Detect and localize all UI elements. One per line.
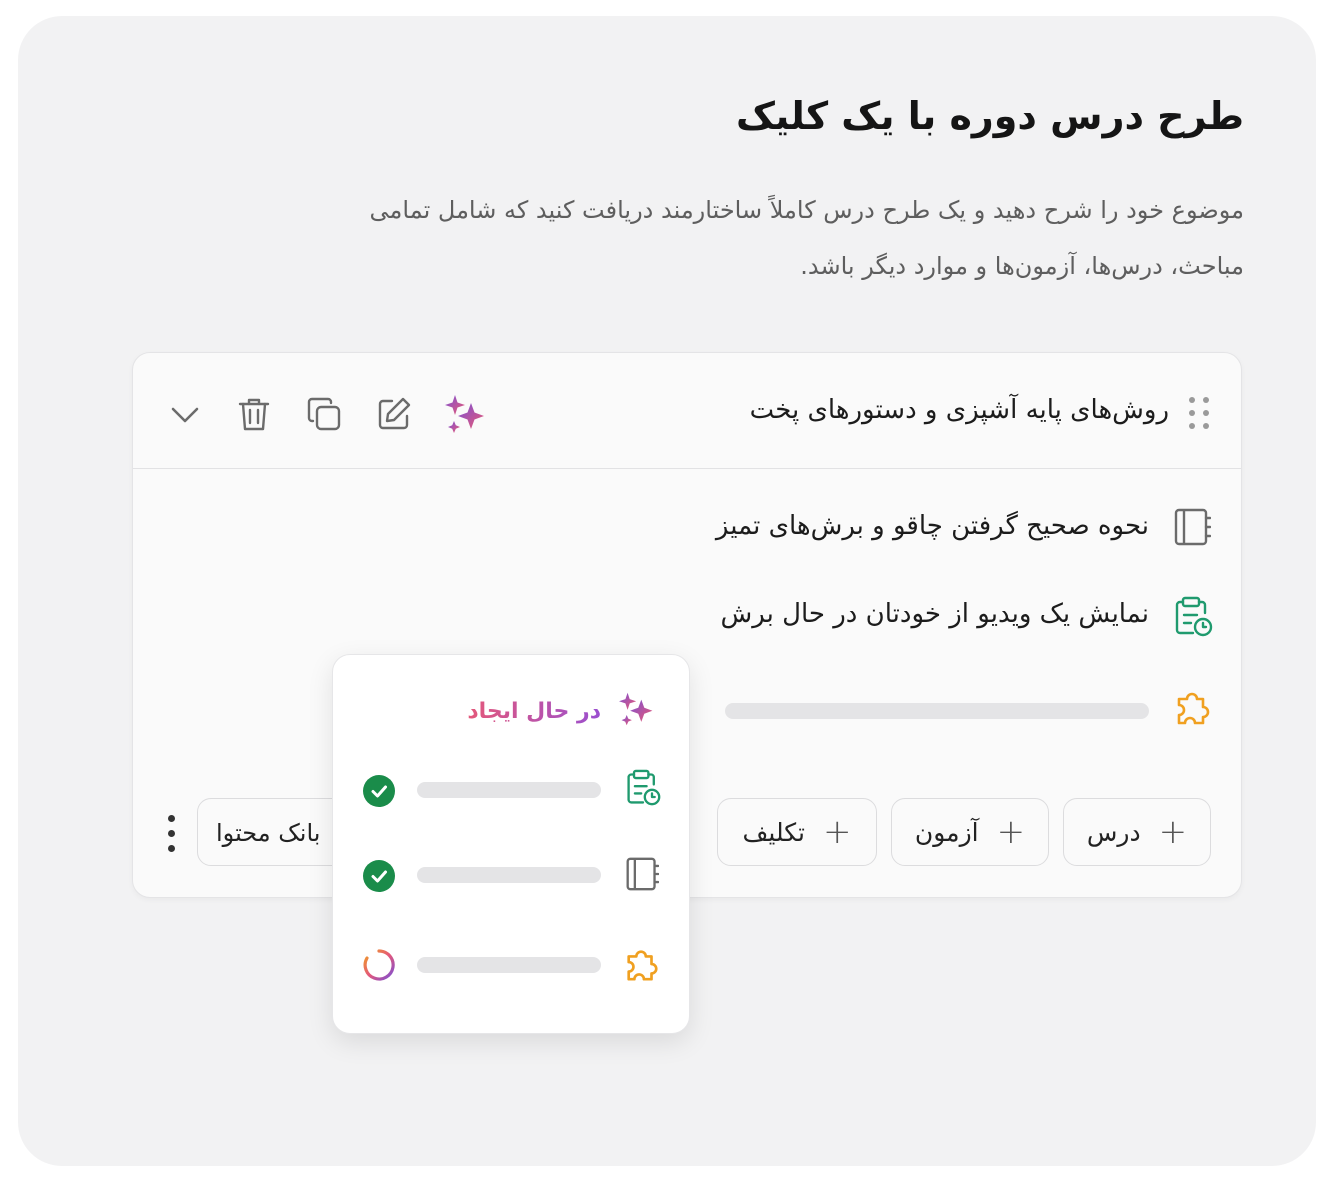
copy-icon[interactable] [305, 395, 343, 433]
more-options-icon[interactable] [163, 815, 179, 853]
generation-status: در حال ایجاد [467, 699, 601, 724]
puzzle-icon [627, 950, 658, 981]
edit-icon[interactable] [375, 395, 413, 433]
module-title: روش‌های پایه آشپزی و دستورهای پخت [749, 395, 1169, 425]
lesson-item-title[interactable]: نحوه صحیح گرفتن چاقو و برش‌های تمیز [716, 511, 1149, 541]
assignment-clock-icon [1175, 596, 1213, 637]
chevron-down-icon[interactable] [169, 399, 201, 431]
check-icon [363, 775, 395, 807]
notebook-icon [626, 857, 659, 891]
check-icon [363, 860, 395, 892]
sparkle-icon[interactable] [445, 393, 487, 435]
add-lesson-button[interactable]: + درس [1063, 798, 1211, 866]
plus-icon: + [1158, 812, 1188, 852]
sparkle-icon [619, 692, 653, 726]
notebook-icon [1174, 508, 1211, 546]
generating-item-placeholder [725, 703, 1149, 719]
add-quiz-button[interactable]: + آزمون [891, 798, 1049, 866]
add-assignment-button[interactable]: + تکلیف [717, 798, 877, 866]
module-header: روش‌های پایه آشپزی و دستورهای پخت [133, 353, 1241, 469]
progress-placeholder [417, 867, 601, 883]
loading-spinner-icon [363, 949, 395, 981]
generation-popup: در حال ایجاد [332, 654, 690, 1034]
progress-placeholder [417, 782, 601, 798]
puzzle-icon [1177, 692, 1210, 725]
assignment-clock-icon [627, 769, 661, 806]
page-title: طرح درس دوره با یک کلیک [736, 94, 1244, 138]
drag-handle-icon[interactable] [1187, 395, 1211, 431]
trash-icon[interactable] [235, 395, 273, 433]
assignment-item-title[interactable]: نمایش یک ویدیو از خودتان در حال برش [721, 599, 1150, 629]
plus-icon: + [822, 812, 852, 852]
plus-icon: + [996, 812, 1026, 852]
page-description: موضوع خود را شرح دهید و یک طرح درس کاملا… [369, 196, 1244, 280]
progress-placeholder [417, 957, 601, 973]
